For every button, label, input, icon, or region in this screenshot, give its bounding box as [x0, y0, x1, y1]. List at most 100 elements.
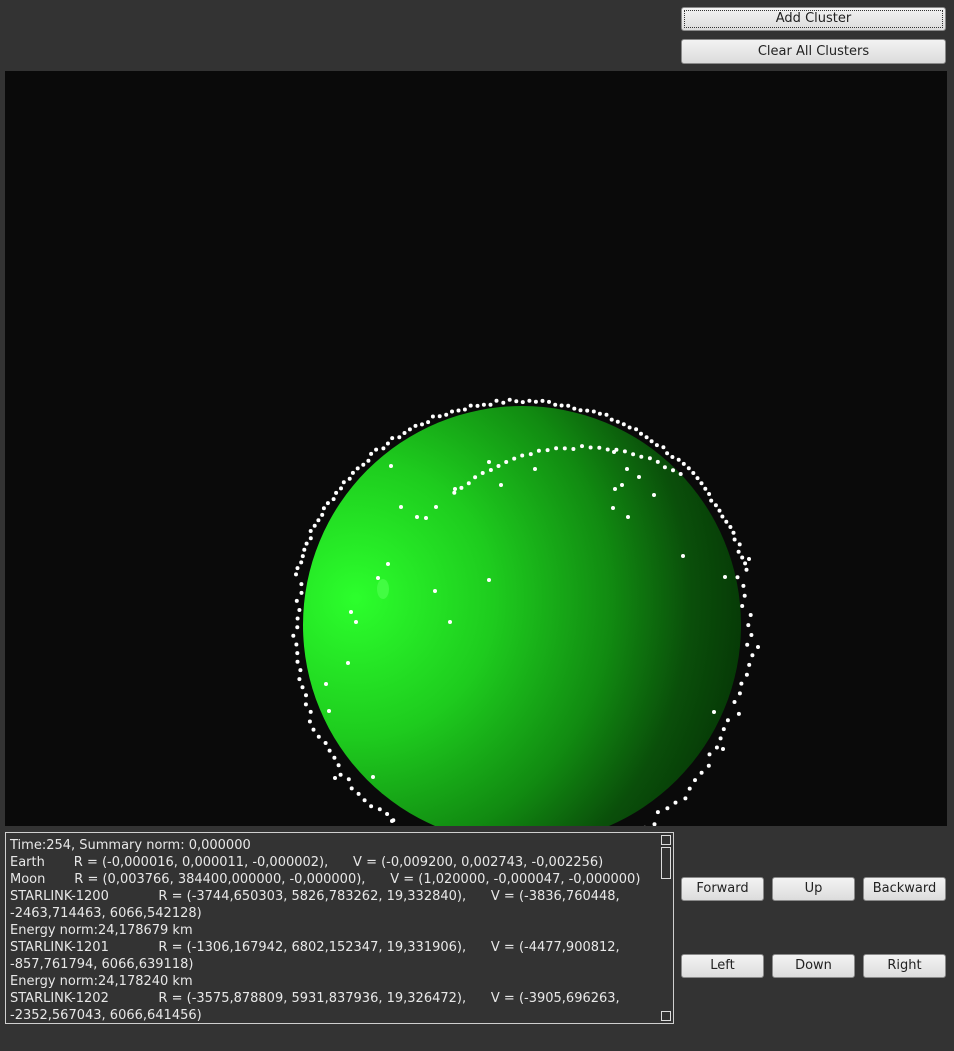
satellite-dot — [346, 661, 350, 665]
satellite-dot — [504, 460, 509, 464]
satellite-dot — [362, 798, 367, 803]
satellite-dot — [637, 475, 641, 479]
down-button[interactable]: Down — [772, 954, 855, 978]
satellite-dot — [499, 483, 503, 487]
earth-sphere — [303, 406, 741, 826]
3d-viewport[interactable] — [5, 71, 947, 826]
telemetry-log[interactable]: Time:254, Summary norm: 0,000000 Earth R … — [5, 832, 674, 1024]
satellite-dot — [389, 464, 393, 468]
right-button[interactable]: Right — [863, 954, 946, 978]
satellite-dot — [456, 408, 461, 413]
satellite-dot — [316, 518, 321, 523]
satellite-dot — [732, 700, 737, 704]
satellite-dot — [325, 501, 330, 506]
satellite-dot — [706, 763, 711, 768]
satellite-dot — [712, 710, 716, 714]
satellite-dot — [533, 399, 538, 404]
satellite-dot — [369, 804, 374, 809]
satellite-dot — [361, 462, 366, 467]
scroll-up-button[interactable] — [661, 835, 671, 845]
satellite-dot — [725, 718, 730, 723]
forward-button[interactable]: Forward — [681, 877, 764, 901]
satellite-dot — [703, 486, 708, 491]
satellite-dot — [740, 555, 745, 560]
satellite-dot — [540, 398, 545, 403]
satellite-dot — [514, 399, 519, 404]
add-cluster-button[interactable]: Add Cluster — [681, 7, 946, 31]
satellite-dot — [434, 505, 438, 509]
satellite-dot — [308, 536, 313, 541]
satellite-dot — [749, 633, 754, 637]
satellite-dot — [625, 467, 629, 471]
satellite-dot — [652, 493, 656, 497]
satellite-dot — [661, 445, 666, 450]
satellite-dot — [671, 468, 675, 473]
satellite-dot — [466, 481, 471, 486]
satellite-dot — [695, 476, 700, 481]
satellite-dot — [324, 682, 328, 686]
satellite-dot — [473, 475, 478, 480]
up-button[interactable]: Up — [772, 877, 855, 901]
satellite-dot — [321, 506, 326, 511]
clear-all-clusters-button[interactable]: Clear All Clusters — [681, 39, 946, 64]
satellite-dot — [681, 554, 685, 558]
satellite-dot — [714, 745, 719, 750]
satellite-dot — [390, 819, 394, 823]
satellite-dot — [294, 572, 298, 577]
satellite-dot — [366, 458, 371, 463]
satellite-dot — [732, 537, 737, 542]
satellite-dot — [302, 547, 307, 552]
satellite-dot — [662, 465, 667, 470]
satellite-dot — [655, 459, 660, 464]
satellite-dot — [420, 422, 424, 427]
satellite-dot — [520, 400, 525, 405]
satellite-dot — [341, 480, 346, 485]
satellite-dot — [350, 470, 355, 475]
log-line: Energy norm:24,178240 km — [10, 974, 193, 989]
satellite-dot — [444, 412, 449, 417]
satellite-dot — [453, 487, 457, 491]
satellite-dot — [320, 512, 325, 517]
satellite-dot — [572, 406, 577, 411]
satellite-dot — [566, 403, 571, 408]
satellite-dot — [295, 651, 300, 656]
satellite-dot — [736, 549, 741, 554]
satellite-dot — [580, 444, 584, 449]
satellite-dot — [371, 775, 375, 779]
satellite-dot — [494, 398, 499, 403]
satellite-dot — [620, 483, 624, 487]
scene-canvas — [5, 71, 947, 826]
satellite-dot — [407, 427, 412, 432]
satellite-dot — [626, 515, 630, 519]
satellite-dot — [717, 508, 722, 513]
satellite-dot — [536, 448, 541, 453]
satellite-dot — [527, 398, 532, 403]
satellite-dot — [615, 419, 620, 424]
log-line: STARLINK-1200 R = (-3744,650303, 5826,78… — [10, 889, 620, 921]
satellite-dot — [316, 734, 321, 739]
satellite-dot — [723, 575, 727, 579]
satellite-dot — [709, 498, 714, 503]
satellite-dot — [750, 653, 755, 658]
satellite-dot — [728, 525, 733, 529]
satellite-dot — [376, 576, 380, 580]
scroll-down-button[interactable] — [661, 1011, 671, 1021]
satellite-dot — [686, 466, 691, 471]
satellite-dot — [402, 431, 407, 435]
satellite-dot — [747, 662, 752, 667]
left-button[interactable]: Left — [681, 954, 764, 978]
satellite-dot — [520, 453, 525, 458]
scroll-thumb[interactable] — [661, 847, 671, 879]
satellite-dot — [303, 702, 308, 707]
satellite-dot — [385, 441, 390, 446]
satellite-dot — [731, 530, 736, 535]
satellite-dot — [746, 623, 751, 628]
satellite-dot — [304, 693, 308, 698]
satellite-dot — [665, 451, 670, 456]
satellite-dot — [693, 778, 697, 783]
satellite-dot — [336, 763, 341, 768]
satellite-dot — [299, 582, 304, 587]
satellite-dot — [424, 516, 428, 520]
backward-button[interactable]: Backward — [863, 877, 946, 901]
satellite-dot — [297, 677, 302, 682]
